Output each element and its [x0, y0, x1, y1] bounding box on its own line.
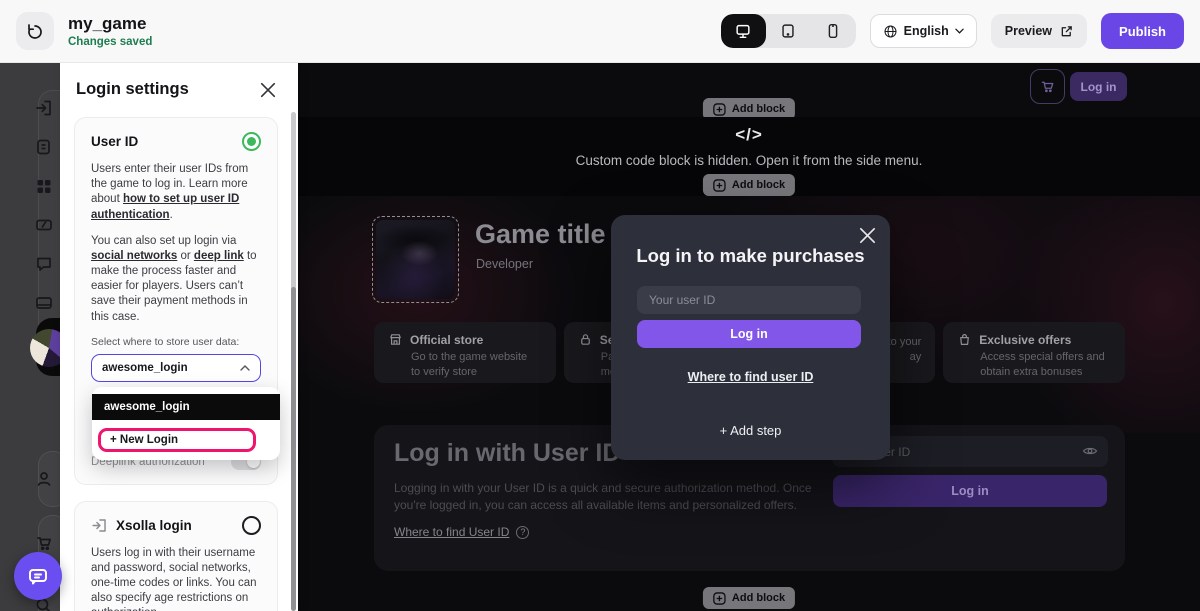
- text: .: [170, 209, 173, 221]
- promo-block-icon[interactable]: [34, 215, 54, 235]
- user-id-paragraph-1: Users enter their user IDs from the game…: [91, 162, 261, 223]
- plus-square-icon: [713, 179, 726, 192]
- modal-title: Log in to make purchases: [611, 245, 890, 267]
- game-cover-image[interactable]: [372, 216, 459, 303]
- login-settings-panel: Login settings User ID Users enter their…: [60, 63, 298, 611]
- game-title: Game title: [475, 219, 606, 250]
- feature-card-desc: Go to the game website to verify store: [411, 350, 542, 381]
- feature-card-desc: Access special offers and obtain extra b…: [980, 350, 1111, 381]
- language-label: English: [904, 24, 949, 38]
- preview-button[interactable]: Preview: [991, 14, 1087, 48]
- login-block-icon[interactable]: [34, 98, 54, 118]
- support-chat-fab[interactable]: [14, 552, 62, 600]
- panel-title: Login settings: [76, 80, 189, 99]
- text: You can also set up login via: [91, 235, 236, 247]
- xsolla-card-title: Xsolla login: [116, 518, 192, 533]
- bag-icon: [957, 332, 972, 347]
- panel-scrollbar-thumb[interactable]: [291, 287, 296, 611]
- preview-label: Preview: [1005, 24, 1052, 38]
- content-block-icon[interactable]: [34, 137, 54, 157]
- question-icon[interactable]: ?: [516, 526, 529, 539]
- user-id-card-title: User ID: [91, 134, 138, 149]
- cart-icon: [1039, 78, 1056, 95]
- xsolla-login-method-card[interactable]: Xsolla login Users log in with their use…: [74, 501, 278, 611]
- close-icon[interactable]: [859, 227, 876, 244]
- login-purchases-modal: Log in to make purchases Log in Where to…: [611, 215, 890, 460]
- eye-icon[interactable]: [1082, 444, 1098, 458]
- modal-user-id-input[interactable]: [637, 286, 861, 314]
- undo-button[interactable]: [16, 12, 54, 50]
- where-to-find-user-id-link[interactable]: Where to find User ID: [394, 525, 509, 539]
- device-desktop-button[interactable]: [721, 14, 766, 48]
- banner-block-icon[interactable]: [34, 293, 54, 313]
- social-networks-link[interactable]: social networks: [91, 250, 177, 262]
- chat-icon: [26, 564, 50, 588]
- store-icon: [388, 332, 403, 347]
- add-block-button-bottom[interactable]: Add block: [703, 587, 795, 609]
- modal-where-to-find-link[interactable]: Where to find user ID: [611, 370, 890, 384]
- mobile-icon: [824, 22, 842, 40]
- device-tablet-button[interactable]: [766, 14, 811, 48]
- undo-icon: [26, 22, 44, 40]
- save-status: Changes saved: [68, 36, 152, 48]
- dropdown-option-new-login[interactable]: + New Login: [98, 428, 256, 452]
- desktop-icon: [734, 22, 752, 40]
- dropdown-option-awesome-login[interactable]: awesome_login: [92, 394, 280, 420]
- site-preview: Log in Add block </> Custom code block i…: [298, 63, 1200, 611]
- user-id-radio-selected[interactable]: [242, 132, 261, 151]
- globe-icon: [883, 24, 898, 39]
- publish-button[interactable]: Publish: [1101, 13, 1184, 49]
- device-switcher: [721, 14, 856, 48]
- text: or: [177, 250, 194, 262]
- xsolla-login-icon: [91, 517, 108, 534]
- add-block-button-mid[interactable]: Add block: [703, 174, 795, 196]
- modal-add-step-button[interactable]: + Add step: [611, 423, 890, 438]
- top-header: my_game Changes saved: [0, 0, 1200, 63]
- section-description: Logging in with your User ID is a quick …: [394, 480, 814, 513]
- add-block-label: Add block: [732, 179, 785, 191]
- user-id-paragraph-2: You can also set up login via social net…: [91, 234, 261, 325]
- add-block-label: Add block: [732, 103, 785, 115]
- game-logo-avatar: [30, 329, 60, 367]
- modal-login-button[interactable]: Log in: [637, 320, 861, 348]
- external-link-icon: [1060, 25, 1073, 38]
- preview-login-button[interactable]: Log in: [1070, 72, 1127, 101]
- close-icon[interactable]: [260, 81, 278, 99]
- language-selector[interactable]: English: [870, 14, 977, 48]
- chevron-up-icon: [240, 365, 250, 371]
- catalog-block-icon[interactable]: [34, 176, 54, 196]
- project-title: my_game: [68, 14, 152, 34]
- feature-card-official-store: Official store Go to the game website to…: [374, 322, 556, 383]
- add-block-label: Add block: [732, 592, 785, 604]
- plus-square-icon: [713, 592, 726, 605]
- side-menu: [0, 63, 60, 611]
- lock-icon: [578, 332, 593, 347]
- store-data-label: Select where to store user data:: [91, 336, 261, 348]
- section-login-button[interactable]: Log in: [833, 475, 1107, 507]
- deep-link-link[interactable]: deep link: [194, 250, 244, 262]
- app-root: my_game Changes saved: [0, 0, 1200, 611]
- preview-cart-button[interactable]: [1030, 69, 1065, 104]
- xsolla-description: Users log in with their username and pas…: [91, 546, 261, 611]
- plus-square-icon: [713, 103, 726, 116]
- chat-block-icon[interactable]: [34, 254, 54, 274]
- tablet-icon: [779, 22, 797, 40]
- login-project-dropdown: awesome_login + New Login: [92, 387, 280, 460]
- user-id-method-card[interactable]: User ID Users enter their user IDs from …: [74, 117, 278, 485]
- game-cover-art: [376, 220, 455, 299]
- chevron-down-icon: [955, 28, 964, 34]
- xsolla-radio-unselected[interactable]: [242, 516, 261, 535]
- login-project-select[interactable]: awesome_login: [91, 354, 261, 382]
- custom-code-message: Custom code block is hidden. Open it fro…: [298, 153, 1200, 168]
- feature-card-title: Official store: [410, 333, 483, 347]
- device-mobile-button[interactable]: [811, 14, 856, 48]
- game-developer: Developer: [476, 257, 533, 271]
- feature-card-title: Exclusive offers: [979, 333, 1071, 347]
- person-icon: [34, 469, 54, 489]
- spacer: [34, 600, 54, 611]
- feature-card-exclusive-offers: Exclusive offers Access special offers a…: [943, 322, 1125, 383]
- code-icon: </>: [298, 125, 1200, 145]
- select-value: awesome_login: [102, 362, 188, 374]
- cart-icon: [34, 533, 54, 553]
